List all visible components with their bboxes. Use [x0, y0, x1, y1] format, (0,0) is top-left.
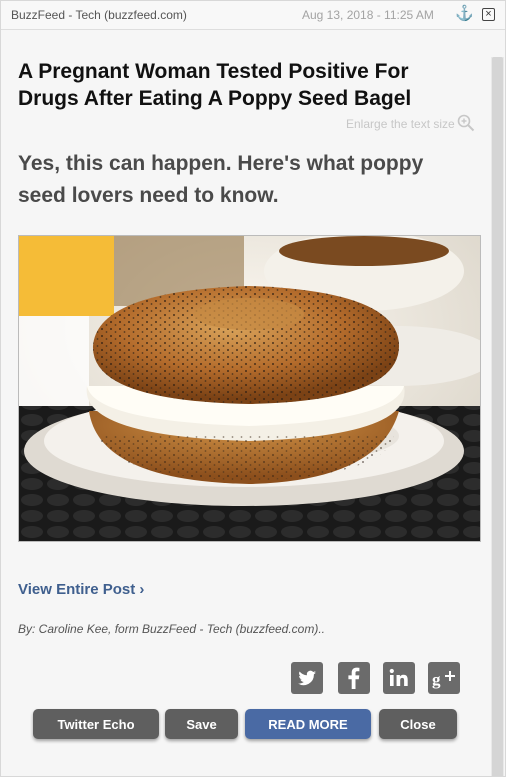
anchor-icon[interactable]: ⚓	[455, 6, 474, 22]
view-entire-post-link[interactable]: View Entire Post ›	[18, 581, 144, 598]
google-plus-icon[interactable]: g	[428, 662, 460, 694]
twitter-echo-button[interactable]: Twitter Echo	[33, 709, 159, 739]
facebook-icon[interactable]	[338, 662, 370, 694]
save-button[interactable]: Save	[165, 709, 238, 739]
read-more-button[interactable]: READ MORE	[245, 709, 371, 739]
article-subhead: Yes, this can happen. Here's what poppy …	[18, 152, 424, 207]
enlarge-text-link[interactable]: Enlarge the text size	[346, 117, 455, 131]
twitter-icon[interactable]	[291, 662, 323, 694]
article-content: A Pregnant Woman Tested Positive For Dru…	[1, 30, 491, 776]
article-byline: By: Caroline Kee, form BuzzFeed - Tech (…	[18, 622, 326, 636]
close-button[interactable]: Close	[379, 709, 457, 739]
close-icon[interactable]: ×	[482, 8, 495, 21]
linkedin-icon[interactable]	[383, 662, 415, 694]
svg-text:g: g	[432, 670, 441, 689]
article-photo	[18, 235, 481, 542]
article-headline: A Pregnant Woman Tested Positive For Dru…	[18, 60, 412, 110]
published-timestamp: Aug 13, 2018 - 11:25 AM	[302, 8, 434, 22]
source-label: BuzzFeed - Tech (buzzfeed.com)	[11, 8, 187, 22]
popup-header: BuzzFeed - Tech (buzzfeed.com) Aug 13, 2…	[1, 1, 505, 30]
zoom-in-icon[interactable]	[457, 114, 475, 132]
article-popup-window: BuzzFeed - Tech (buzzfeed.com) Aug 13, 2…	[0, 0, 506, 777]
scrollbar-thumb[interactable]	[492, 57, 503, 776]
